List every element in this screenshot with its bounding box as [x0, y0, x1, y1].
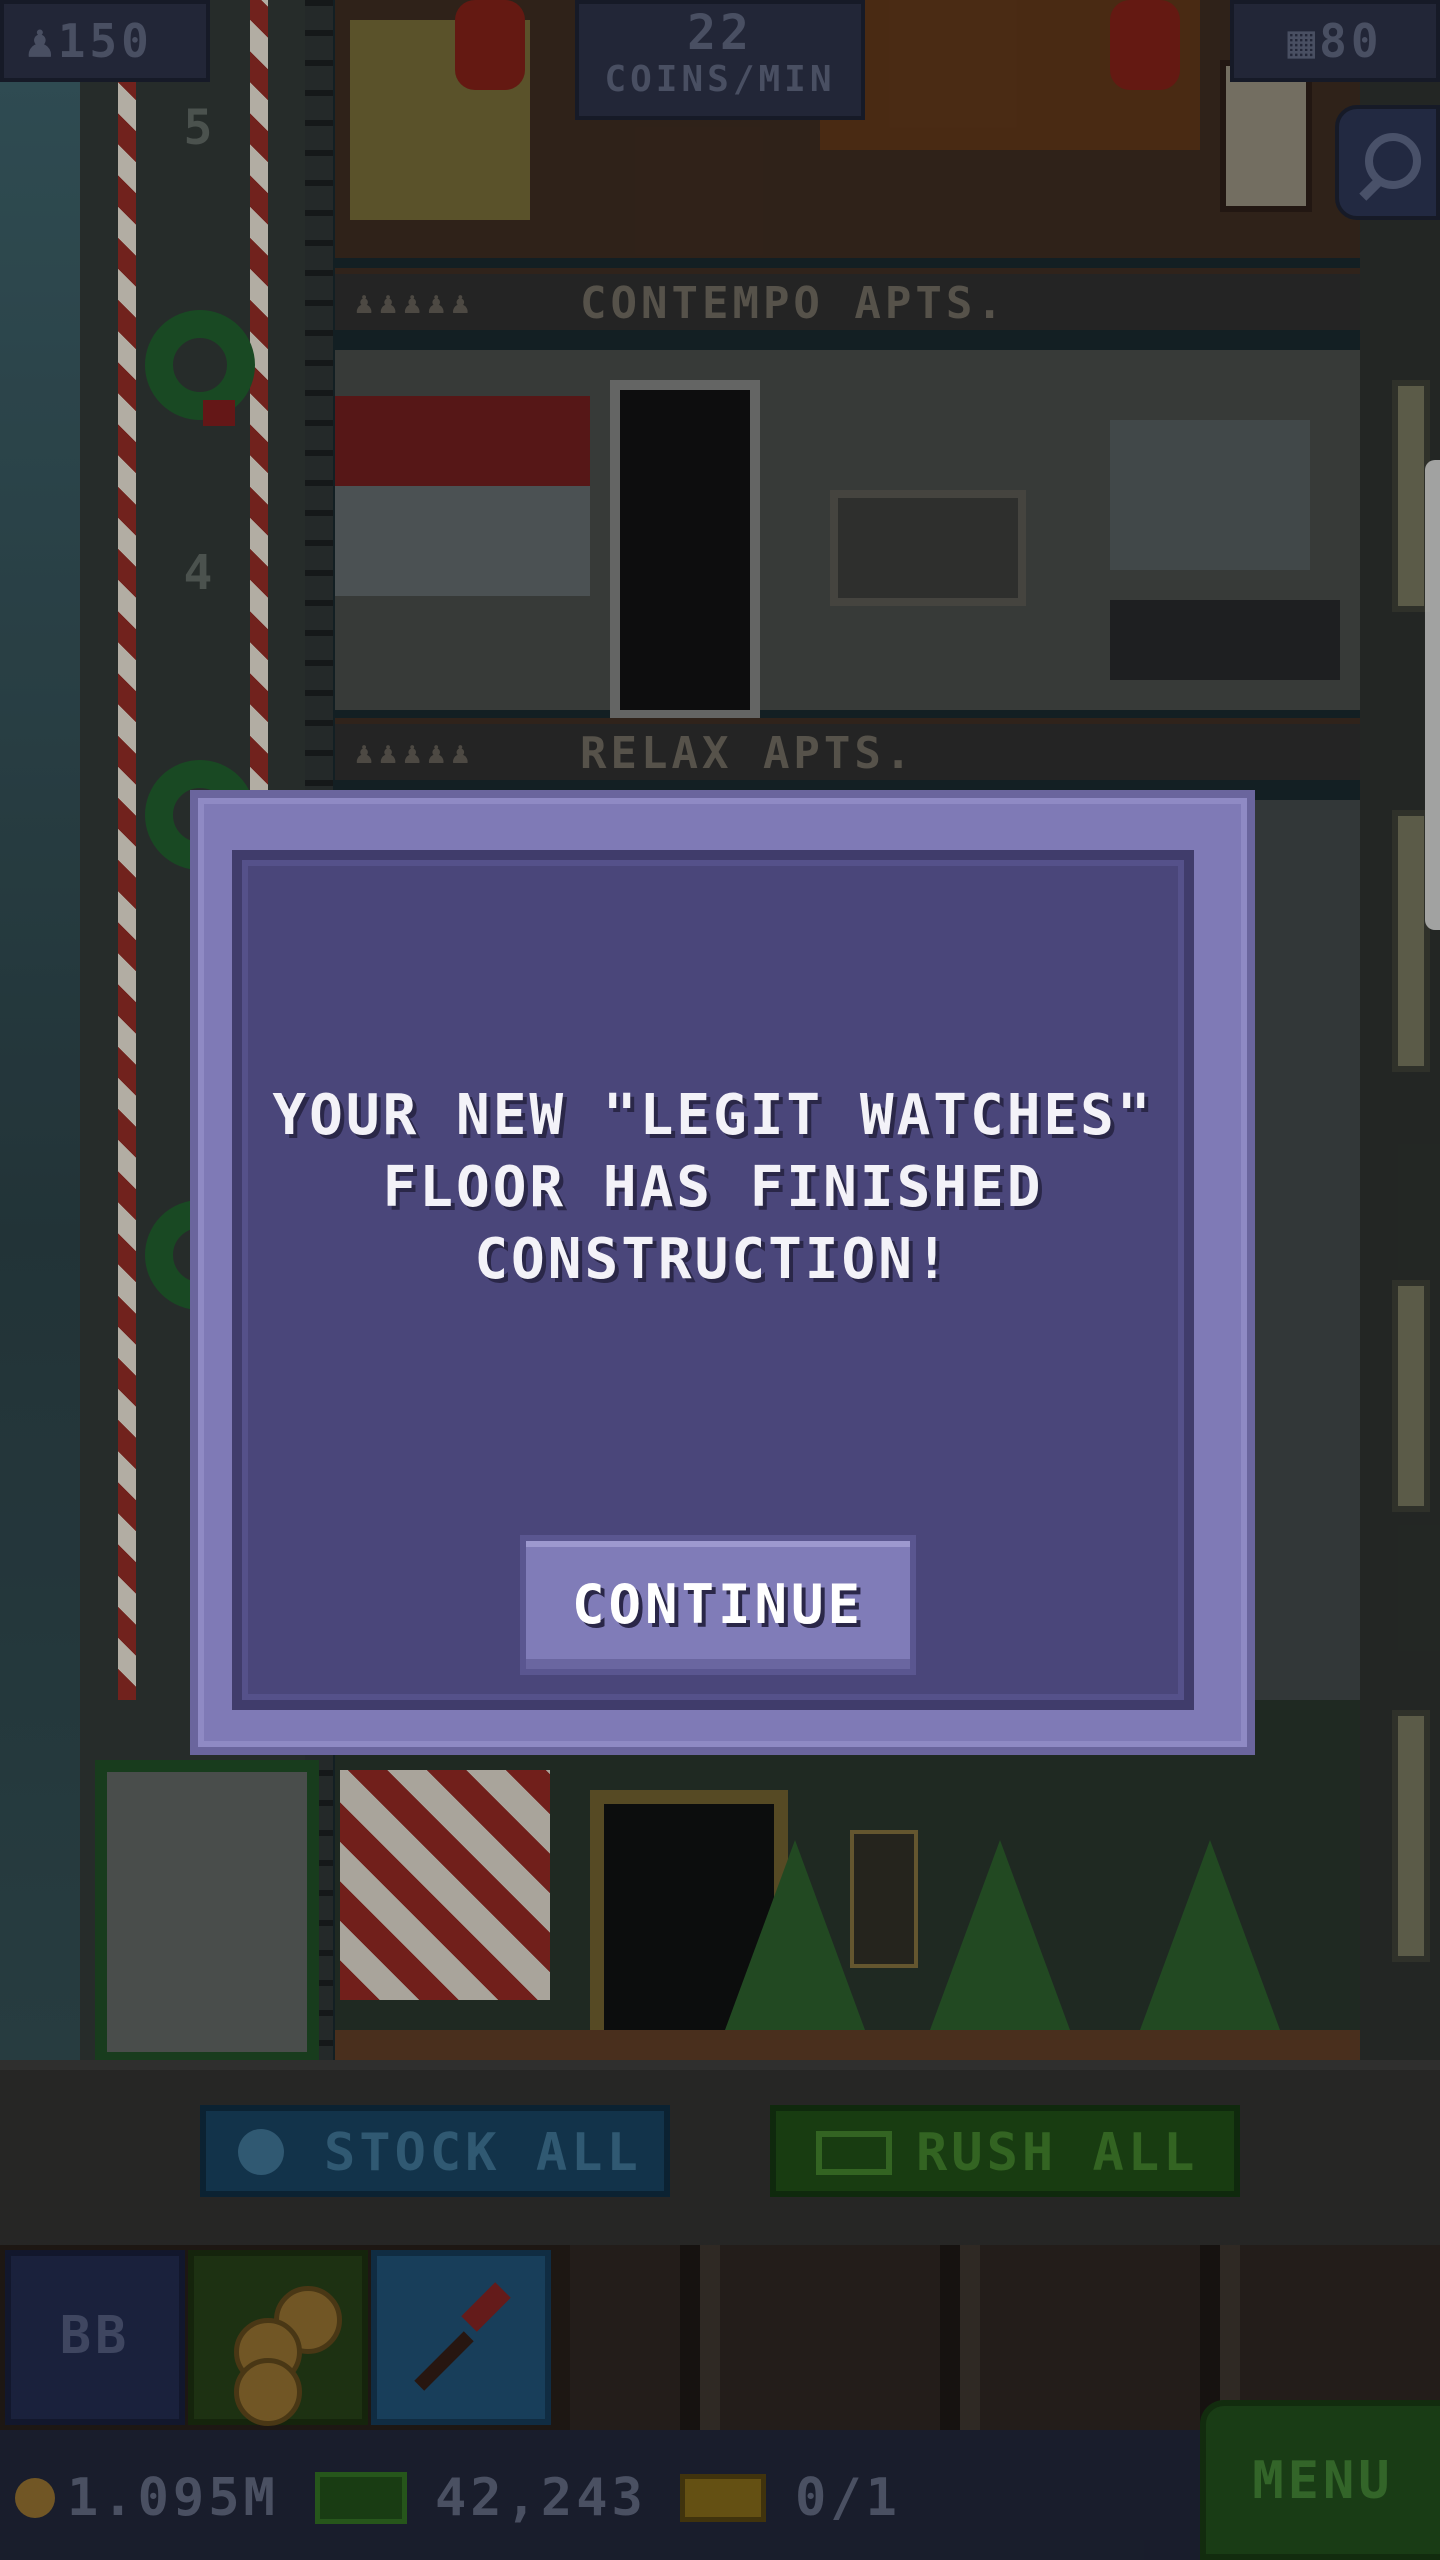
candy-stripe-wall [340, 1770, 550, 2000]
bookshelf [1110, 420, 1310, 570]
bed [1110, 600, 1340, 680]
population-value: 150 [57, 14, 153, 68]
shaft-floor-number: 4 [183, 545, 217, 601]
coins-rate-value: 22 [687, 5, 753, 61]
wreath-icon [145, 310, 255, 426]
rail-slot [1392, 1710, 1430, 1962]
floors-counter: ▦80 [1230, 0, 1440, 82]
lantern-icon [1110, 0, 1180, 90]
rail-slot [1392, 1280, 1430, 1512]
lobby-floor-line [335, 2030, 1360, 2060]
residents-icon: ♟♟♟♟♟ [355, 736, 476, 771]
building-icon: ▦ [1287, 14, 1320, 68]
dialog-message-line: FLOOR HAS FINISHED [382, 1155, 1044, 1220]
floor-label-bar: ♟♟♟♟♟ CONTEMPO APTS. [335, 268, 1360, 330]
coins-rate-unit: COINS/MIN [604, 59, 836, 100]
elevator-panel [850, 1830, 918, 1968]
pickaxe-head [461, 2282, 511, 2332]
floor-name: RELAX APTS. [580, 728, 916, 779]
bux-balance: 42,243 [315, 2458, 647, 2538]
dialog-message: YOUR NEW "LEGIT WATCHES" FLOOR HAS FINIS… [232, 1080, 1194, 1296]
christmas-tree-icon [1140, 1840, 1280, 2030]
coins-tab[interactable] [188, 2250, 368, 2426]
sky-backdrop [0, 0, 90, 2060]
bux-value: 42,243 [435, 2468, 647, 2528]
stock-all-button[interactable]: STOCK ALL [200, 2105, 670, 2197]
population-counter: ♟150 [0, 0, 210, 82]
christmas-tree-icon [725, 1840, 865, 2030]
rush-all-label: RUSH ALL [916, 2123, 1199, 2183]
vip-ticket-count: 0/1 [680, 2458, 901, 2538]
wall-scroll [1220, 60, 1312, 212]
menu-button[interactable]: MENU [1200, 2400, 1440, 2560]
coins-value: 1.095M [67, 2468, 279, 2528]
coins-rate-panel: 22 COINS/MIN [575, 0, 865, 120]
residents-icon: ♟♟♟♟♟ [355, 286, 476, 321]
pickaxe-icon [414, 2331, 474, 2391]
bux-icon [816, 2131, 892, 2175]
candy-cane-pole [118, 0, 136, 1700]
wall-painting [830, 490, 1026, 606]
ticket-icon [680, 2474, 766, 2522]
window-glass [335, 486, 590, 596]
christmas-tree-icon [930, 1840, 1070, 2030]
dialog-message-line: YOUR NEW "LEGIT WATCHES" [272, 1083, 1154, 1148]
bux-icon [315, 2472, 407, 2524]
doorway [610, 380, 760, 720]
lantern-icon [455, 0, 525, 90]
magnifier-handle [1359, 175, 1385, 201]
coins-balance: 1.095M [15, 2458, 279, 2538]
coins-icon [234, 2358, 302, 2426]
scroll-indicator[interactable] [1425, 460, 1440, 930]
floor-label-bar: ♟♟♟♟♟ RELAX APTS. [335, 718, 1360, 780]
dialog-message-line: CONSTRUCTION! [474, 1227, 952, 1292]
clock-icon [238, 2129, 284, 2175]
coin-icon [15, 2478, 55, 2518]
search-button[interactable] [1335, 105, 1440, 220]
floors-value: 80 [1319, 14, 1383, 68]
rush-all-button[interactable]: RUSH ALL [770, 2105, 1240, 2197]
build-tab[interactable] [371, 2250, 551, 2425]
lobby-elevator-door [95, 1760, 319, 2064]
bitbook-tab[interactable]: BB [5, 2250, 185, 2425]
floor-name: CONTEMPO APTS. [580, 278, 1007, 329]
continue-button[interactable]: CONTINUE [520, 1535, 916, 1675]
shaft-floor-number: 5 [183, 100, 217, 156]
person-icon: ♟ [26, 14, 58, 68]
wall-panel [335, 396, 590, 486]
stock-all-label: STOCK ALL [324, 2123, 642, 2183]
vip-value: 0/1 [795, 2468, 901, 2528]
